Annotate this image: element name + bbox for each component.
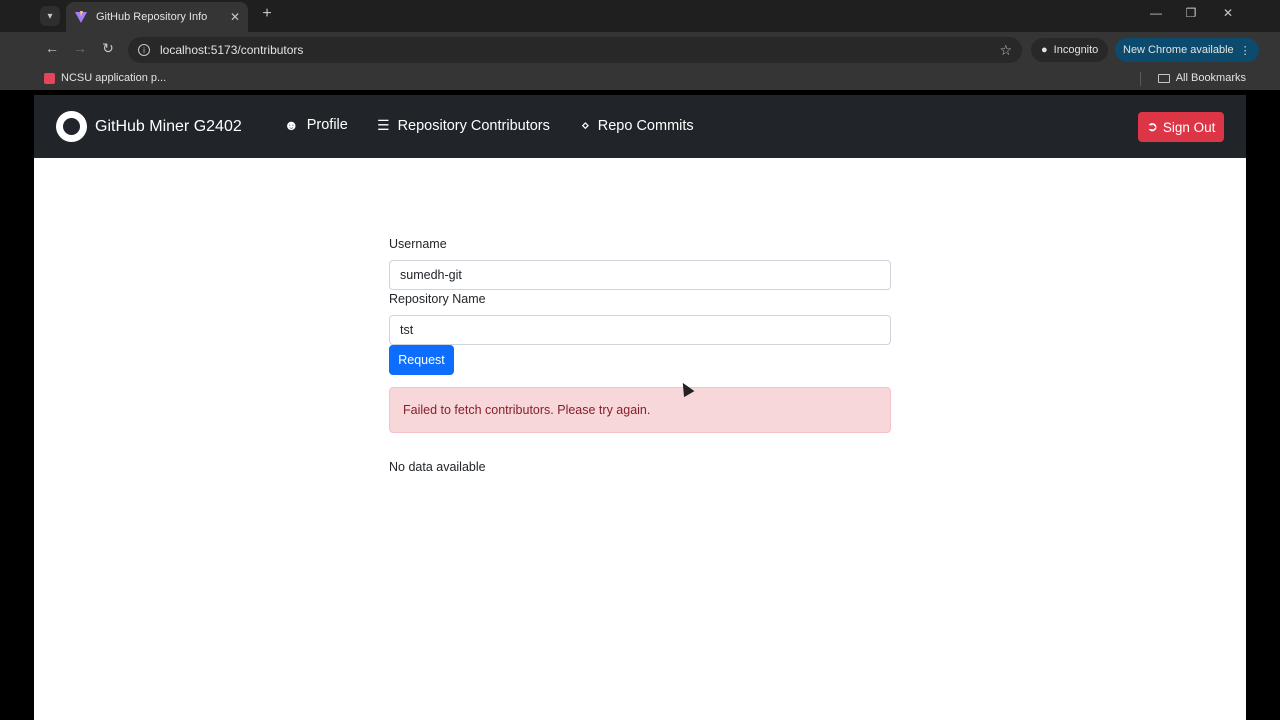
error-alert: Failed to fetch contributors. Please try… [389,387,891,433]
app-navbar: GitHub Miner G2402 ☻ Profile ☰ Repositor… [34,95,1246,158]
minimize-icon[interactable]: — [1146,6,1166,20]
nav-link-label: Repository Contributors [397,117,550,134]
tab-close-icon[interactable]: ✕ [230,10,240,24]
restore-icon[interactable]: ❐ [1181,6,1201,20]
tab-search-button[interactable]: ▾ [40,6,60,26]
username-label: Username [389,237,447,251]
nav-link-repo-commits[interactable]: ⋄ Repo Commits [581,117,694,134]
update-label: New Chrome available [1123,44,1234,56]
username-input[interactable]: sumedh-git [389,260,891,290]
address-bar[interactable]: i localhost:5173/contributors ☆ [128,37,1022,63]
sign-out-label: Sign Out [1162,119,1216,135]
incognito-indicator[interactable]: ● Incognito [1031,38,1109,62]
bookmark-label: NCSU application p... [61,72,167,84]
bookmark-star-icon[interactable]: ☆ [999,42,1012,59]
list-icon: ☰ [377,117,390,133]
browser-toolbar: ← → ↻ i localhost:5173/contributors ☆ ● … [0,32,1280,68]
user-icon: ☻ [284,117,299,133]
bookmark-favicon-icon [44,72,55,84]
bookmarks-divider [1140,72,1141,86]
forward-arrow-icon[interactable]: → [70,40,90,56]
reload-icon[interactable]: ↻ [98,40,118,57]
new-tab-button[interactable]: + [257,5,277,23]
window-close-icon[interactable]: ✕ [1218,6,1238,20]
no-data-text: No data available [389,460,486,474]
nav-link-label: Profile [306,117,348,133]
vite-favicon-icon [75,11,87,23]
sign-out-icon: ➲ [1146,119,1158,134]
update-chrome-button[interactable]: New Chrome available ⋮ [1115,38,1259,62]
url-text[interactable]: localhost:5173/contributors [160,43,999,57]
bookmark-ncsu[interactable]: NCSU application p... [44,72,166,84]
web-page: GitHub Miner G2402 ☻ Profile ☰ Repositor… [34,95,1246,720]
site-info-icon[interactable]: i [138,44,150,56]
browser-tab-strip: ▾ GitHub Repository Info ✕ + — ❐ ✕ [0,0,1280,32]
folder-icon [1157,73,1170,83]
brand[interactable]: GitHub Miner G2402 [56,111,242,142]
repo-name-label: Repository Name [389,292,486,306]
back-arrow-icon[interactable]: ← [42,40,62,56]
menu-dots-icon: ⋮ [1239,44,1251,57]
github-logo-icon [56,111,87,142]
browser-tab[interactable]: GitHub Repository Info ✕ [66,2,248,32]
nav-link-label: Repo Commits [597,117,694,134]
commits-icon: ⋄ [581,117,590,133]
bookmarks-bar: NCSU application p... All Bookmarks [0,68,1280,90]
brand-name: GitHub Miner G2402 [95,117,242,135]
tab-title: GitHub Repository Info [96,11,208,23]
nav-link-profile[interactable]: ☻ Profile [284,117,348,133]
incognito-label: Incognito [1053,44,1099,56]
all-bookmarks-label: All Bookmarks [1175,72,1246,84]
sign-out-button[interactable]: ➲ Sign Out [1138,112,1224,142]
all-bookmarks-button[interactable]: All Bookmarks [1157,72,1246,84]
repo-name-input[interactable]: tst [389,315,891,345]
incognito-icon: ● [1041,44,1048,56]
nav-link-contributors[interactable]: ☰ Repository Contributors [377,117,550,134]
request-button[interactable]: Request [389,345,454,375]
